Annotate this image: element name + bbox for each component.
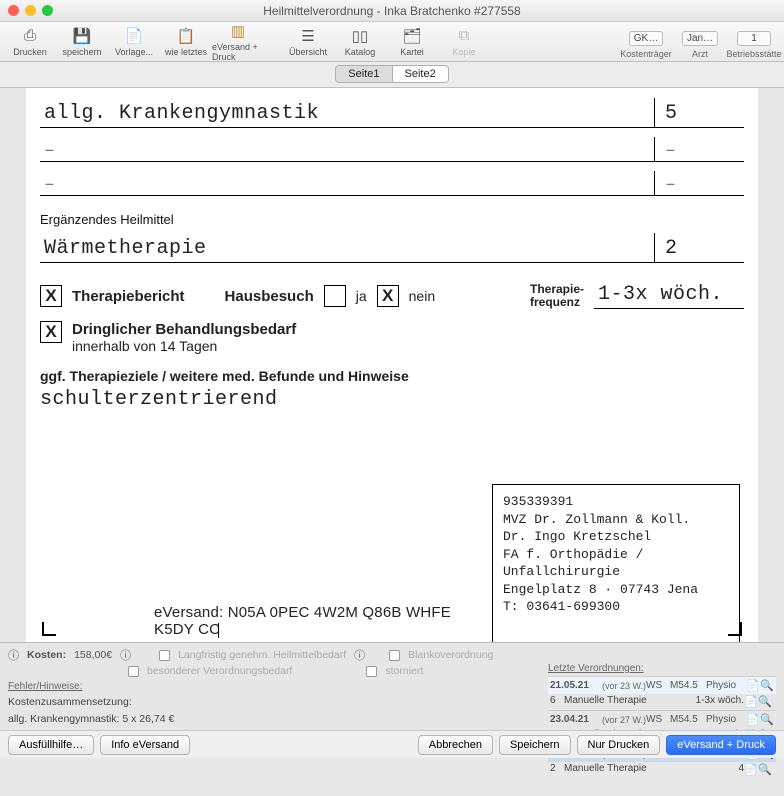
eversand-button[interactable]: ▥eVersand + Druck: [212, 22, 264, 62]
goals-value[interactable]: schulterzentrierend: [40, 388, 744, 411]
site-select[interactable]: 1Betriebsstätte: [728, 31, 780, 59]
template-icon: 📄: [124, 27, 144, 45]
tab-seite2[interactable]: Seite2: [392, 66, 448, 82]
doc-icon[interactable]: 📄: [744, 695, 758, 708]
toolbar: ⎙Drucken 💾speichern 📄Vorlage... 📋wie let…: [0, 22, 784, 62]
copy-icon: ⧉: [454, 27, 474, 45]
storniert-checkbox[interactable]: [366, 666, 377, 677]
eversand-print-button[interactable]: eVersand + Druck: [666, 735, 776, 755]
ja-label: ja: [356, 288, 367, 304]
heilmittel-row3-count[interactable]: –: [654, 171, 744, 195]
crop-mark-icon: [728, 622, 742, 636]
info-icon[interactable]: ⓘ: [120, 647, 131, 663]
printer-icon: ⎙: [20, 27, 40, 45]
fill-help-button[interactable]: Ausfüllhilfe…: [8, 735, 94, 755]
erg-count[interactable]: 2: [654, 233, 744, 262]
payer-select[interactable]: GK…Kostenträger: [620, 31, 672, 59]
dringlich-text: Dringlicher Behandlungsbedarf innerhalb …: [72, 321, 296, 354]
print-only-button[interactable]: Nur Drucken: [577, 735, 661, 755]
template-button[interactable]: 📄Vorlage...: [108, 27, 160, 57]
save-icon: 💾: [72, 27, 92, 45]
doc-icon[interactable]: 📄: [746, 713, 760, 726]
search-icon[interactable]: 🔍: [758, 763, 772, 776]
blank-checkbox[interactable]: [389, 650, 400, 661]
therapiebericht-checkbox[interactable]: X: [40, 285, 62, 307]
info-icon[interactable]: ⓘ: [354, 647, 365, 663]
prescription-form: allg. Krankengymnastik 5 – – – – Ergänze…: [26, 88, 758, 642]
blank-label: Blankoverordnung: [408, 649, 493, 661]
copy-button: ⧉Kopie: [438, 27, 490, 57]
hausbesuch-nein-checkbox[interactable]: X: [377, 285, 399, 307]
page-tabs: Seite1 Seite2: [0, 62, 784, 88]
besonderer-label: besonderer Verordnungsbedarf: [147, 665, 292, 677]
hausbesuch-label: Hausbesuch: [225, 288, 314, 305]
besonderer-checkbox[interactable]: [128, 666, 139, 677]
window-title: Heilmittelverordnung - Inka Bratchenko #…: [0, 4, 784, 18]
heilmittel-row2-count[interactable]: –: [654, 137, 744, 161]
catalog-button[interactable]: ▯▯Katalog: [334, 27, 386, 57]
erg-value[interactable]: Wärmetherapie: [40, 233, 654, 262]
heilmittel-value[interactable]: allg. Krankengymnastik: [40, 98, 654, 127]
goals-label: ggf. Therapieziele / weitere med. Befund…: [40, 368, 744, 384]
recent-header: Letzte Verordnungen:: [548, 663, 776, 674]
hausbesuch-ja-checkbox[interactable]: [324, 285, 346, 307]
heilmittel-count[interactable]: 5: [654, 98, 744, 127]
window-titlebar: Heilmittelverordnung - Inka Bratchenko #…: [0, 0, 784, 22]
print-button[interactable]: ⎙Drucken: [4, 27, 56, 57]
bottom-panel: ⓘ Kosten: 158,00€ ⓘ Langfristig genehm. …: [0, 642, 784, 758]
like-last-button[interactable]: 📋wie letztes: [160, 27, 212, 57]
barcode-icon: ▥: [228, 22, 248, 40]
eversand-code[interactable]: eVersand: N05A 0PEC 4W2M Q86B WHFE K5DY …: [140, 586, 490, 642]
prescription-row[interactable]: 21.05.21(vor 23 W.)WSM54.5Physio 📄 🔍: [548, 676, 776, 694]
nein-label: nein: [409, 288, 435, 304]
crop-mark-icon: [42, 622, 56, 636]
therapiebericht-label: Therapiebericht: [72, 288, 185, 305]
doc-icon[interactable]: 📄: [744, 763, 758, 776]
kosten-label: Kosten:: [27, 649, 66, 661]
list-icon: ☰: [298, 27, 318, 45]
folder-icon: 🗂: [402, 27, 422, 45]
doctor-stamp: 935339391 MVZ Dr. Zollmann & Koll. Dr. I…: [492, 484, 740, 642]
info-eversand-button[interactable]: Info eVersand: [100, 735, 190, 755]
storniert-label: storniert: [385, 665, 423, 677]
save-button[interactable]: 💾speichern: [56, 27, 108, 57]
prescription-subrow: 2Manuelle Therapie4 📄 🔍: [548, 762, 776, 778]
action-bar: Ausfüllhilfe… Info eVersand Abbrechen Sp…: [0, 730, 784, 758]
text-cursor-icon: [218, 623, 219, 638]
frequenz-value[interactable]: 1-3x wöch.: [594, 283, 744, 309]
save-button[interactable]: Speichern: [499, 735, 571, 755]
cost-breakdown-label: Kostenzusammensetzung:: [8, 696, 132, 708]
kartei-button[interactable]: 🗂Kartei: [386, 27, 438, 57]
recent-prescriptions: Letzte Verordnungen: 21.05.21(vor 23 W.)…: [548, 663, 776, 778]
heilmittel-row3[interactable]: –: [40, 171, 654, 195]
repeat-icon: 📋: [176, 27, 196, 45]
heilmittel-row2[interactable]: –: [40, 137, 654, 161]
prescription-row[interactable]: 23.04.21(vor 27 W.)WSM54.5Physio 📄 🔍: [548, 710, 776, 728]
catalog-icon: ▯▯: [350, 27, 370, 45]
longterm-label: Langfristig genehm. Heilmittelbedarf: [178, 649, 346, 661]
tab-seite1[interactable]: Seite1: [336, 66, 391, 82]
info-icon[interactable]: ⓘ: [8, 647, 19, 663]
frequenz-label: Therapie- frequenz: [530, 283, 584, 308]
longterm-checkbox[interactable]: [159, 650, 170, 661]
cancel-button[interactable]: Abbrechen: [418, 735, 493, 755]
search-icon[interactable]: 🔍: [758, 695, 772, 708]
cost-line-1: allg. Krankengymnastik: 5 x 26,74 €: [8, 713, 174, 725]
doctor-select[interactable]: Jan…Arzt: [674, 31, 726, 59]
erg-label: Ergänzendes Heilmittel: [40, 212, 744, 227]
search-icon[interactable]: 🔍: [760, 713, 774, 726]
dringlich-checkbox[interactable]: X: [40, 321, 62, 343]
prescription-subrow: 6Manuelle Therapie1-3x wöch. 📄 🔍: [548, 694, 776, 710]
kosten-value: 158,00€: [74, 649, 112, 661]
doc-icon[interactable]: 📄: [746, 679, 760, 692]
search-icon[interactable]: 🔍: [760, 679, 774, 692]
overview-button[interactable]: ☰Übersicht: [282, 27, 334, 57]
